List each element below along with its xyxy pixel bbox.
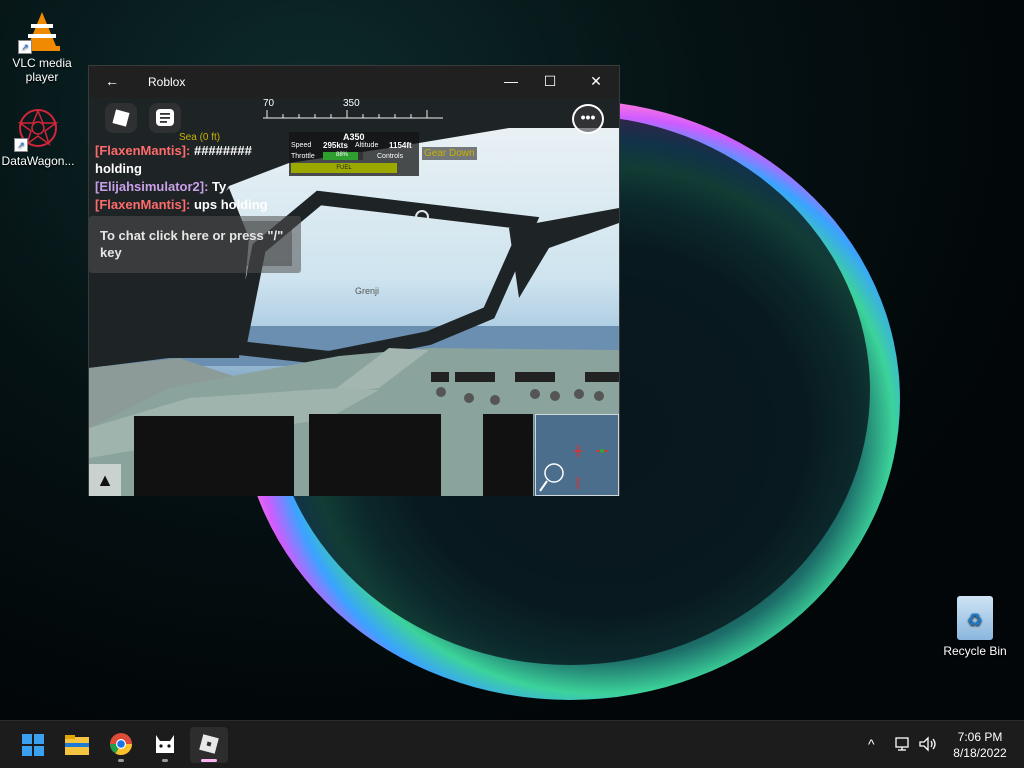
chrome-icon: [110, 733, 132, 755]
throttle-bar: 88%: [323, 152, 363, 160]
chat-text: Ty: [212, 179, 227, 194]
chat-text: ups holding: [193, 197, 268, 212]
maximize-button[interactable]: ☐: [538, 73, 562, 90]
network-icon[interactable]: [894, 736, 912, 755]
taskbar-clock[interactable]: 7:06 PM 8/18/2022: [940, 729, 1020, 761]
roblox-menu-button[interactable]: [105, 103, 137, 133]
chat-username: [FlaxenMantis]:: [95, 143, 191, 158]
datawagon-icon: ↗: [14, 106, 60, 152]
clock-date: 8/18/2022: [953, 746, 1007, 760]
running-indicator: [162, 759, 168, 762]
compass-label: 70: [263, 98, 275, 109]
vlc-icon: ↗: [18, 8, 64, 54]
desktop-icon-label: DataWagon...: [1, 154, 75, 168]
fuel-bar: FUEL: [291, 163, 397, 173]
roblox-logo-icon: [112, 109, 130, 127]
minimap[interactable]: [535, 414, 619, 496]
start-button[interactable]: [14, 727, 52, 763]
chat-input-box[interactable]: To chat click here or press "/" key: [89, 216, 301, 273]
chat-message: [FlaxenMantis]: ups holding: [95, 196, 305, 214]
desktop-icon-vlc[interactable]: ↗ VLC media player: [0, 8, 84, 84]
clock-time: 7:06 PM: [957, 730, 1003, 744]
volume-icon[interactable]: [918, 736, 938, 755]
shortcut-arrow-icon: ↗: [18, 40, 32, 54]
close-button[interactable]: ✕: [584, 73, 608, 90]
roblox-window: ← Roblox — ☐ ✕ ••• 70 350 Sea (0 ft) A35…: [88, 65, 620, 496]
window-titlebar[interactable]: ← Roblox — ☐ ✕: [89, 66, 619, 98]
window-title: Roblox: [148, 75, 186, 89]
chat-log: [FlaxenMantis]: ######## holding [Elijah…: [95, 142, 305, 214]
desktop-icon-label: VLC media player: [12, 56, 72, 84]
chat-message: [FlaxenMantis]: ########: [95, 142, 305, 160]
active-indicator: [201, 759, 217, 762]
chat-text: ########: [193, 143, 252, 158]
altitude-value: 1154ft: [389, 141, 412, 150]
chat-text: holding: [95, 161, 142, 176]
windows-logo-icon: [22, 734, 44, 756]
taskbar-cat-app[interactable]: [146, 727, 184, 763]
throttle-value: 88%: [336, 152, 349, 158]
taskbar-chrome[interactable]: [102, 727, 140, 763]
cat-icon: [156, 735, 174, 753]
minimize-button[interactable]: —: [499, 73, 523, 89]
taskbar-roblox[interactable]: [190, 727, 228, 763]
show-hidden-icons-chevron[interactable]: ^: [868, 736, 875, 752]
running-indicator: [118, 759, 124, 762]
chat-bubble-icon: [156, 109, 174, 126]
chat-username: [FlaxenMantis]:: [95, 197, 191, 212]
roblox-icon: [199, 734, 219, 754]
shortcut-arrow-icon: ↗: [14, 138, 28, 152]
altitude-label: Altitude: [355, 142, 379, 149]
chat-toggle-button[interactable]: [149, 103, 181, 133]
svg-text:♻: ♻: [967, 610, 983, 631]
taskbar: ^ 7:06 PM 8/18/2022: [0, 720, 1024, 768]
player-nametag: Grenji: [355, 286, 380, 296]
gear-status: Gear Down: [422, 147, 477, 160]
recycle-bin-icon: ♻: [957, 596, 993, 640]
chat-input-placeholder[interactable]: To chat click here or press "/" key: [94, 221, 292, 266]
folder-icon: [65, 735, 89, 755]
magnifier-icon: [544, 463, 564, 483]
crosshair-icon: [415, 210, 429, 224]
speed-value: 295kts: [323, 141, 348, 150]
desktop-icon-datawagon[interactable]: ↗ DataWagon...: [0, 106, 80, 168]
chat-message: [Elijahsimulator2]: Ty: [95, 178, 305, 196]
heading-compass: 70 350: [263, 98, 443, 122]
compass-label: 350: [343, 98, 360, 109]
flight-hud: A350 Speed 295kts Altitude 1154ft Thrott…: [289, 132, 419, 176]
controls-label: Controls: [377, 153, 404, 160]
taskbar-file-explorer[interactable]: [58, 727, 96, 763]
back-arrow-icon[interactable]: ←: [105, 73, 119, 89]
desktop-icon-recycle-bin[interactable]: ♻ Recycle Bin: [935, 596, 1015, 658]
chat-username: [Elijahsimulator2]:: [95, 179, 209, 194]
desktop-icon-label: Recycle Bin: [943, 644, 1007, 658]
chat-message: holding: [95, 160, 305, 178]
more-options-button[interactable]: •••: [572, 104, 604, 134]
jump-button[interactable]: ▲: [89, 464, 121, 496]
game-viewport[interactable]: ••• 70 350 Sea (0 ft) A350 Speed 295kts …: [89, 98, 619, 496]
